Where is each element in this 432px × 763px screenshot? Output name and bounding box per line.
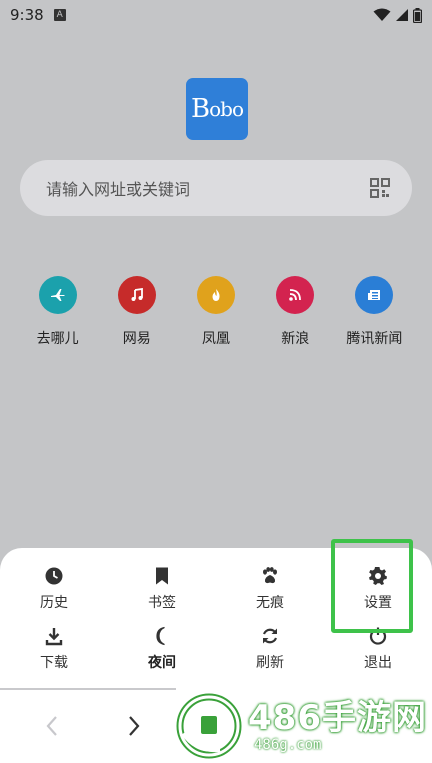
- bookmark-icon: [156, 567, 168, 585]
- menu-label: 退出: [364, 655, 392, 671]
- shortcut-ifeng[interactable]: 凤凰: [176, 276, 255, 348]
- menu-label: 书签: [148, 595, 176, 611]
- menu-downloads[interactable]: 下载: [0, 626, 108, 672]
- menu-label: 无痕: [256, 595, 284, 611]
- a-icon: A: [53, 9, 66, 21]
- menu-incognito[interactable]: 无痕: [216, 566, 324, 612]
- watermark-url: 486g.com: [254, 736, 322, 753]
- refresh-icon: [262, 628, 278, 644]
- watermark-title: 486手游网: [248, 697, 427, 738]
- app-logo: Bobo: [186, 78, 248, 140]
- phoenix-icon: [197, 276, 235, 314]
- tab-indicator: [0, 688, 176, 690]
- signal-icon: [396, 9, 408, 21]
- qr-scan-icon[interactable]: [370, 178, 390, 198]
- menu-history[interactable]: 历史: [0, 566, 108, 612]
- rss-icon: [276, 276, 315, 314]
- watermark: 486手游网 486g.com: [176, 688, 432, 763]
- shortcut-qunar[interactable]: 去哪儿: [18, 276, 97, 348]
- search-placeholder: 请输入网址或关键词: [46, 180, 191, 199]
- menu-bookmarks[interactable]: 书签: [108, 566, 216, 612]
- logo-text-rest: obo: [209, 97, 244, 121]
- battery-icon: [413, 7, 422, 23]
- shortcut-grid: 去哪儿 网易 凤凰 新浪 腾讯新闻: [18, 276, 414, 348]
- download-icon: [45, 628, 63, 646]
- shortcut-tencent-news[interactable]: 腾讯新闻: [335, 276, 414, 348]
- settings-highlight-box: [331, 539, 413, 633]
- moon-icon: [156, 626, 165, 646]
- shortcut-sina[interactable]: 新浪: [256, 276, 335, 348]
- wifi-icon: [373, 8, 391, 21]
- clock-icon: [45, 567, 63, 585]
- plane-icon: [38, 276, 77, 314]
- menu-label: 夜间: [148, 655, 176, 671]
- menu-refresh[interactable]: 刷新: [216, 626, 324, 672]
- shortcut-netease[interactable]: 网易: [97, 276, 176, 348]
- shortcut-label: 网易: [122, 331, 151, 347]
- news-icon: [355, 276, 394, 314]
- paw-icon: [263, 567, 277, 584]
- status-bar: 9:38 A: [0, 0, 432, 30]
- menu-label: 历史: [40, 595, 68, 611]
- search-input[interactable]: 请输入网址或关键词: [20, 160, 412, 216]
- watermark-logo-icon: [176, 693, 242, 758]
- status-time: 9:38: [10, 6, 44, 24]
- logo-text-first: B: [191, 94, 210, 124]
- shortcut-label: 腾讯新闻: [346, 331, 403, 347]
- shortcut-label: 新浪: [281, 331, 310, 347]
- watermark-text: 486手游网 486g.com: [248, 699, 427, 753]
- shortcut-label: 去哪儿: [36, 331, 79, 347]
- music-note-icon: [117, 276, 156, 314]
- shortcut-label: 凤凰: [202, 331, 230, 347]
- menu-label: 刷新: [256, 655, 284, 671]
- menu-night-mode[interactable]: 夜间: [108, 626, 216, 672]
- chevron-right-icon[interactable]: [124, 714, 144, 738]
- chevron-left-icon[interactable]: [42, 714, 62, 738]
- status-right: [373, 7, 422, 23]
- menu-label: 下载: [40, 655, 68, 671]
- status-left: 9:38 A: [10, 6, 66, 24]
